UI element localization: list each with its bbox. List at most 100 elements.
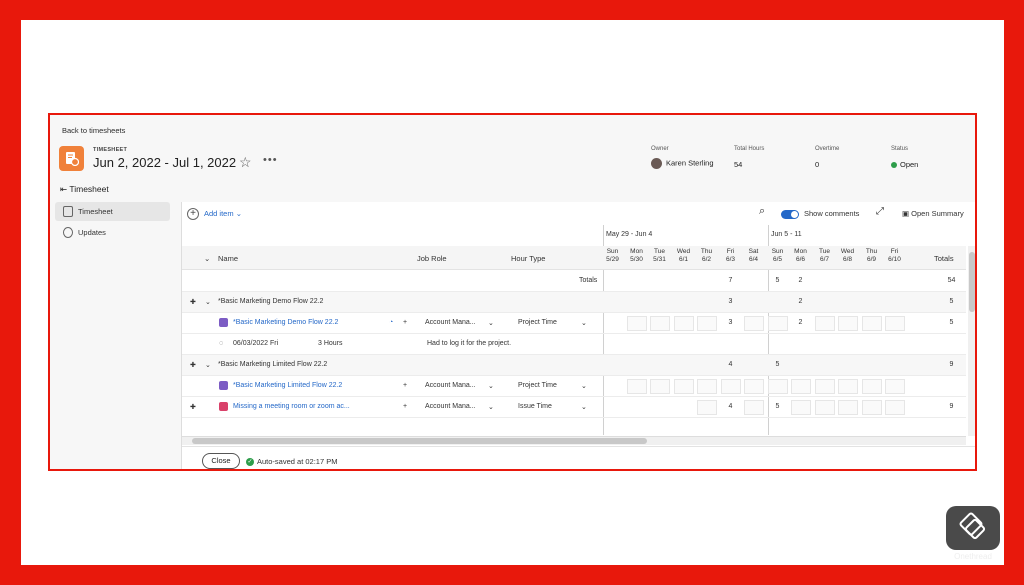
- hour-type-select[interactable]: Project Time: [518, 319, 557, 326]
- comment-hours: 3 Hours: [318, 340, 343, 347]
- hours-input[interactable]: [721, 379, 741, 394]
- hours-input[interactable]: [815, 379, 835, 394]
- close-button[interactable]: Close: [202, 453, 240, 469]
- table-row[interactable]: ✚ ⌄ *Basic Marketing Demo Flow 22.2 3 2 …: [182, 292, 966, 313]
- back-to-timesheets-link[interactable]: Back to timesheets: [62, 126, 125, 135]
- table-row[interactable]: ✚ Missing a meeting room or zoom ac... +…: [182, 397, 966, 418]
- hours-input[interactable]: [744, 400, 764, 415]
- status-dot: [891, 162, 897, 169]
- hours-input[interactable]: [838, 316, 858, 331]
- table-row[interactable]: *Basic Marketing Demo Flow 22.2 ◔ + Acco…: [182, 313, 966, 334]
- chevron-down-icon[interactable]: ⌄: [488, 403, 494, 411]
- hours-input[interactable]: [697, 379, 717, 394]
- hours-input[interactable]: [885, 316, 905, 331]
- page-title: Jun 2, 2022 - Jul 1, 2022: [93, 155, 237, 170]
- sort-chevron-icon[interactable]: ⌄: [204, 254, 210, 263]
- total-hours-value: 54: [734, 160, 743, 169]
- timesheet-app-icon: [59, 146, 84, 171]
- horizontal-scrollbar[interactable]: [182, 436, 966, 445]
- table-row[interactable]: *Basic Marketing Limited Flow 22.2 + Acc…: [182, 376, 966, 397]
- show-comments-toggle[interactable]: Show comments: [781, 209, 859, 219]
- status-label: Status: [891, 146, 909, 152]
- hour-type-select[interactable]: Project Time: [518, 382, 557, 389]
- task-link[interactable]: *Basic Marketing Limited Flow 22.2: [233, 382, 342, 389]
- add-icon[interactable]: +: [403, 403, 407, 410]
- hours-input[interactable]: [885, 379, 905, 394]
- hours-input[interactable]: [815, 400, 835, 415]
- sidebar-heading[interactable]: ⇤ Timesheet: [60, 184, 109, 195]
- row-total: 5: [949, 319, 954, 326]
- column-header-row: ⌄ Name Job Role Hour Type Sun 5/29 Mon 5/3…: [182, 246, 966, 270]
- hours-input[interactable]: [838, 379, 858, 394]
- hours-input[interactable]: [791, 379, 811, 394]
- overtime-value: 0: [815, 160, 820, 169]
- chevron-down-icon[interactable]: ⌄: [581, 403, 587, 411]
- expand-icon[interactable]: ⤢: [876, 206, 884, 217]
- hours-input[interactable]: [768, 379, 788, 394]
- hours-input[interactable]: [862, 400, 882, 415]
- add-icon[interactable]: +: [403, 382, 407, 389]
- task-link[interactable]: *Basic Marketing Demo Flow 22.2: [233, 319, 338, 326]
- comment-text: Had to log it for the project.: [427, 340, 512, 347]
- expand-chevron-icon[interactable]: ⌄: [205, 298, 211, 306]
- hours-input[interactable]: [838, 400, 858, 415]
- expand-chevron-icon[interactable]: ⌄: [205, 361, 211, 369]
- add-icon[interactable]: +: [403, 319, 407, 326]
- hours-input[interactable]: [862, 316, 882, 331]
- more-options-icon[interactable]: •••: [263, 154, 278, 166]
- column-header-job-role[interactable]: Job Role: [417, 254, 447, 263]
- timesheet-screenshot: Back to timesheets TIMESHEET Jun 2, 2022…: [48, 113, 977, 471]
- comment-row: ◌ 06/03/2022 Fri 3 Hours Had to log it f…: [182, 334, 966, 355]
- scrollbar-thumb[interactable]: [969, 252, 975, 312]
- hours-input[interactable]: [885, 400, 905, 415]
- hours-input[interactable]: [768, 316, 788, 331]
- hour-type-select[interactable]: Issue Time: [518, 403, 552, 410]
- column-header-name[interactable]: Name: [218, 254, 238, 263]
- sidebar-item-timesheet[interactable]: Timesheet: [55, 202, 170, 221]
- pin-icon[interactable]: ✚: [190, 403, 196, 411]
- column-header-hour-type[interactable]: Hour Type: [511, 254, 545, 263]
- table-row[interactable]: ✚ ⌄ *Basic Marketing Limited Flow 22.2 4…: [182, 355, 966, 376]
- hours-input[interactable]: [674, 379, 694, 394]
- hours-input[interactable]: [862, 379, 882, 394]
- open-summary-button[interactable]: ▣ Open Summary: [902, 209, 964, 218]
- hours-input[interactable]: [744, 379, 764, 394]
- chevron-down-icon[interactable]: ⌄: [581, 382, 587, 390]
- day-header: Mon 6/6: [794, 248, 807, 263]
- pin-icon[interactable]: ✚: [190, 361, 196, 369]
- task-icon: [219, 318, 228, 327]
- chevron-down-icon[interactable]: ⌄: [488, 319, 494, 327]
- pin-icon[interactable]: ✚: [190, 298, 196, 306]
- toggle-switch[interactable]: [781, 209, 799, 219]
- hours-input[interactable]: [650, 316, 670, 331]
- collapse-sidebar-icon[interactable]: ⇤: [60, 184, 69, 194]
- scrollbar-thumb[interactable]: [192, 438, 647, 444]
- hours-cell[interactable]: 5: [766, 403, 789, 410]
- hours-input[interactable]: [650, 379, 670, 394]
- hours-cell[interactable]: 2: [789, 319, 812, 326]
- chevron-down-icon[interactable]: ⌄: [581, 319, 587, 327]
- hours-input[interactable]: [697, 316, 717, 331]
- add-item-button[interactable]: + Add item ⌄: [187, 208, 242, 220]
- hours-input[interactable]: [627, 379, 647, 394]
- sidebar-item-updates[interactable]: Updates: [55, 223, 170, 242]
- task-link[interactable]: Missing a meeting room or zoom ac...: [233, 403, 350, 410]
- job-role-select[interactable]: Account Mana...: [425, 382, 476, 389]
- star-icon[interactable]: ☆: [239, 154, 252, 171]
- vertical-scrollbar[interactable]: [968, 246, 975, 436]
- hours-input[interactable]: [674, 316, 694, 331]
- hours-cell[interactable]: 3: [719, 319, 742, 326]
- comment-icon[interactable]: ◔: [389, 319, 393, 326]
- job-role-select[interactable]: Account Mana...: [425, 319, 476, 326]
- hours-input[interactable]: [815, 316, 835, 331]
- chevron-down-icon[interactable]: ⌄: [488, 382, 494, 390]
- job-role-select[interactable]: Account Mana...: [425, 403, 476, 410]
- day-header: Fri 6/3: [725, 248, 736, 263]
- hours-input[interactable]: [744, 316, 764, 331]
- hours-input[interactable]: [791, 400, 811, 415]
- search-icon[interactable]: ⌕: [759, 205, 765, 218]
- hours-input[interactable]: [627, 316, 647, 331]
- day-header: Fri 6/10: [888, 248, 901, 263]
- hours-input[interactable]: [697, 400, 717, 415]
- hours-cell[interactable]: 4: [719, 403, 742, 410]
